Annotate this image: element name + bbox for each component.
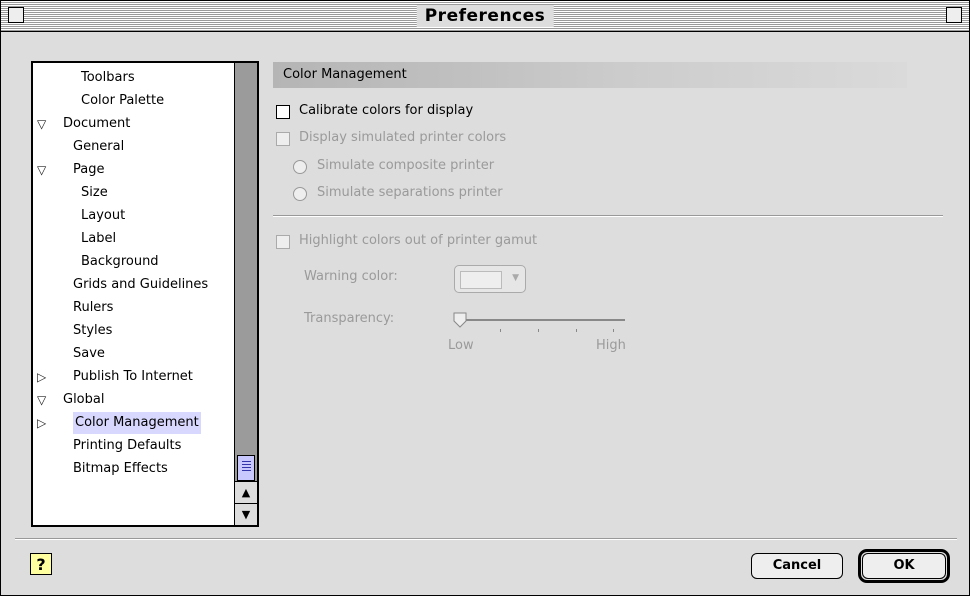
slider-tick: [613, 329, 614, 332]
tree-item-label: Printing Defaults: [73, 438, 182, 453]
tree-item-label: Layout: [81, 208, 126, 223]
close-box[interactable]: [8, 7, 24, 23]
tree-item[interactable]: Toolbars: [33, 67, 233, 89]
simulated-printer-label: Display simulated printer colors: [299, 130, 507, 145]
disclosure-expanded-icon[interactable]: ▽: [37, 113, 46, 135]
cancel-button[interactable]: Cancel: [751, 553, 843, 579]
tree-item-label: Color Management: [73, 412, 201, 434]
disclosure-collapsed-icon[interactable]: ▷: [37, 412, 46, 434]
calibrate-label: Calibrate colors for display: [299, 103, 474, 118]
disclosure-expanded-icon[interactable]: ▽: [37, 159, 46, 181]
preferences-window: Preferences Toolbars Color Palette ▽ Docume…: [0, 0, 970, 596]
tree-item-label: General: [73, 139, 125, 154]
ok-button[interactable]: OK: [862, 553, 946, 579]
disclosure-collapsed-icon[interactable]: ▷: [37, 366, 46, 388]
tree-item-label: Global: [63, 392, 105, 407]
tree-item[interactable]: Size: [33, 182, 233, 204]
tree-item[interactable]: ▽ Document: [33, 113, 233, 135]
tree-item-label: Size: [81, 185, 108, 200]
scroll-down-arrow-icon[interactable]: ▼: [235, 503, 257, 525]
tree-item-label: Toolbars: [81, 70, 135, 85]
tree-item[interactable]: Styles: [33, 320, 233, 342]
title-bar[interactable]: Preferences: [1, 1, 969, 32]
tree-item-label: Background: [81, 254, 159, 269]
slider-high-label: High: [596, 338, 626, 353]
tree-item-label: Document: [63, 116, 131, 131]
tree-item[interactable]: Color Palette: [33, 90, 233, 112]
zoom-box[interactable]: [946, 7, 962, 23]
transparency-slider-track[interactable]: [459, 319, 625, 321]
tree-item-label: Bitmap Effects: [73, 461, 168, 476]
simulated-printer-checkbox[interactable]: [276, 132, 290, 146]
tree-item[interactable]: General: [33, 136, 233, 158]
slider-tick: [538, 329, 539, 332]
tree-item-label: Grids and Guidelines: [73, 277, 209, 292]
tree-item[interactable]: Grids and Guidelines: [33, 274, 233, 296]
slider-tick: [500, 329, 501, 332]
section-divider: [273, 215, 943, 217]
calibrate-checkbox[interactable]: [276, 105, 290, 119]
warning-color-popup[interactable]: ▼: [454, 265, 526, 293]
tree-item[interactable]: ▷ Publish To Internet: [33, 366, 233, 388]
gamut-label: Highlight colors out of printer gamut: [299, 233, 538, 248]
separations-printer-radio[interactable]: [293, 187, 307, 201]
tree-list: Toolbars Color Palette ▽ Document General ▽ Pa…: [33, 63, 233, 525]
vertical-scrollbar[interactable]: ▲ ▼: [234, 63, 257, 525]
scroll-up-arrow-icon[interactable]: ▲: [235, 481, 257, 503]
slider-tick: [576, 329, 577, 332]
tree-item-label: Label: [81, 231, 117, 246]
help-button[interactable]: ?: [30, 553, 52, 575]
transparency-label: Transparency:: [304, 311, 395, 326]
tree-item[interactable]: ▽ Global: [33, 389, 233, 411]
transparency-slider-thumb[interactable]: [453, 312, 467, 328]
tree-item[interactable]: Save: [33, 343, 233, 365]
footer-divider: [15, 538, 957, 540]
tree-item[interactable]: ▷ Color Management: [33, 412, 233, 434]
tree-item[interactable]: Bitmap Effects: [33, 458, 233, 480]
disclosure-expanded-icon[interactable]: ▽: [37, 389, 46, 411]
section-header: Color Management: [273, 62, 907, 88]
warning-color-label: Warning color:: [304, 269, 398, 284]
separations-printer-label: Simulate separations printer: [317, 185, 503, 200]
tree-item[interactable]: ▽ Page: [33, 159, 233, 181]
tree-item-label: Styles: [73, 323, 113, 338]
window-title: Preferences: [416, 5, 554, 27]
tree-item[interactable]: Printing Defaults: [33, 435, 233, 457]
preferences-tree: Toolbars Color Palette ▽ Document General ▽ Pa…: [31, 61, 259, 527]
color-swatch: [460, 271, 502, 289]
tree-item[interactable]: Layout: [33, 205, 233, 227]
composite-printer-label: Simulate composite printer: [317, 158, 495, 173]
composite-printer-radio[interactable]: [293, 160, 307, 174]
scroll-thumb[interactable]: [237, 455, 255, 481]
chevron-down-icon: ▼: [512, 273, 519, 283]
slider-low-label: Low: [448, 338, 474, 353]
tree-item-label: Save: [73, 346, 105, 361]
tree-item-label: Rulers: [73, 300, 114, 315]
tree-item[interactable]: Label: [33, 228, 233, 250]
tree-item-label: Publish To Internet: [73, 369, 193, 384]
tree-item[interactable]: Background: [33, 251, 233, 273]
gamut-checkbox[interactable]: [276, 235, 290, 249]
tree-item[interactable]: Rulers: [33, 297, 233, 319]
tree-item-label: Page: [73, 162, 105, 177]
tree-item-label: Color Palette: [81, 93, 165, 108]
grip-icon: [242, 461, 251, 473]
